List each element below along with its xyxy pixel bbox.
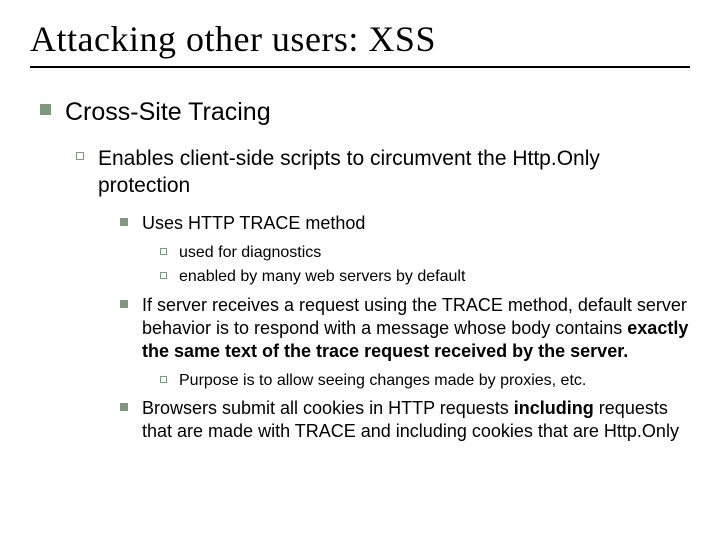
hollow-square-bullet-icon: [76, 152, 84, 160]
bullet-l4: used for diagnostics: [160, 243, 690, 263]
bullet-l3: Uses HTTP TRACE method: [120, 212, 690, 235]
l4-text: Purpose is to allow seeing changes made …: [179, 371, 690, 391]
slide: Attacking other users: XSS Cross-Site Tr…: [0, 0, 720, 540]
l3-text: Browsers submit all cookies in HTTP requ…: [142, 397, 690, 443]
p2-pre: If server receives a request using the T…: [142, 295, 687, 338]
bullet-l2: Enables client-side scripts to circumven…: [76, 146, 690, 200]
square-bullet-icon: [120, 218, 128, 226]
l3-text: Uses HTTP TRACE method: [142, 212, 690, 235]
bullet-l4: Purpose is to allow seeing changes made …: [160, 371, 690, 391]
hollow-square-bullet-icon: [160, 376, 167, 383]
square-bullet-icon: [120, 403, 128, 411]
bullet-l3: Browsers submit all cookies in HTTP requ…: [120, 397, 690, 443]
slide-title: Attacking other users: XSS: [30, 18, 690, 60]
l1-text: Cross-Site Tracing: [65, 96, 690, 128]
title-rule: [30, 66, 690, 68]
l3-text: If server receives a request using the T…: [142, 294, 690, 363]
l4-text: used for diagnostics: [179, 243, 690, 263]
square-bullet-icon: [40, 104, 51, 115]
square-bullet-icon: [120, 300, 128, 308]
bullet-l3: If server receives a request using the T…: [120, 294, 690, 363]
p3-bold1: including: [514, 398, 594, 418]
l4-text: enabled by many web servers by default: [179, 267, 690, 287]
l2-text: Enables client-side scripts to circumven…: [98, 146, 690, 200]
p3-pre: Browsers submit all cookies in HTTP requ…: [142, 398, 514, 418]
hollow-square-bullet-icon: [160, 272, 167, 279]
hollow-square-bullet-icon: [160, 248, 167, 255]
bullet-l1: Cross-Site Tracing: [40, 96, 690, 128]
bullet-l4: enabled by many web servers by default: [160, 267, 690, 287]
